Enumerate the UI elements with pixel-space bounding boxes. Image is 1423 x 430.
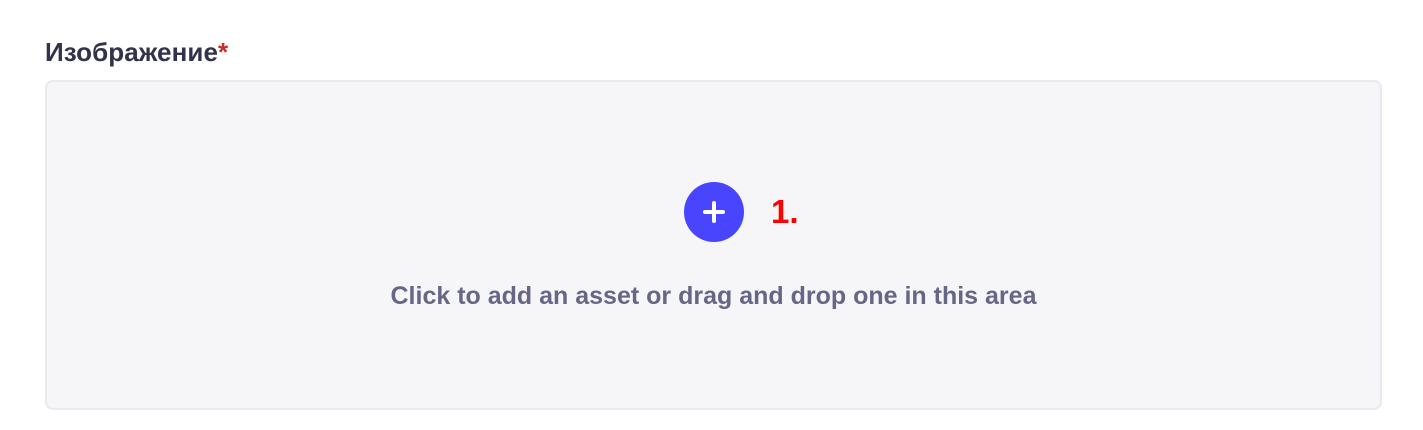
dropzone-hint: Click to add an asset or drag and drop o…	[390, 282, 1037, 310]
required-marker: *	[218, 37, 229, 67]
field-label-text: Изображение	[45, 37, 219, 67]
annotation-number: 1.	[771, 193, 799, 230]
image-field: Изображение* 1. Click to add an asset or…	[45, 34, 1382, 410]
asset-dropzone[interactable]: 1. Click to add an asset or drag and dro…	[45, 80, 1382, 410]
field-label: Изображение*	[45, 34, 1382, 70]
plus-icon	[703, 201, 725, 223]
add-asset-button[interactable]	[684, 182, 744, 242]
